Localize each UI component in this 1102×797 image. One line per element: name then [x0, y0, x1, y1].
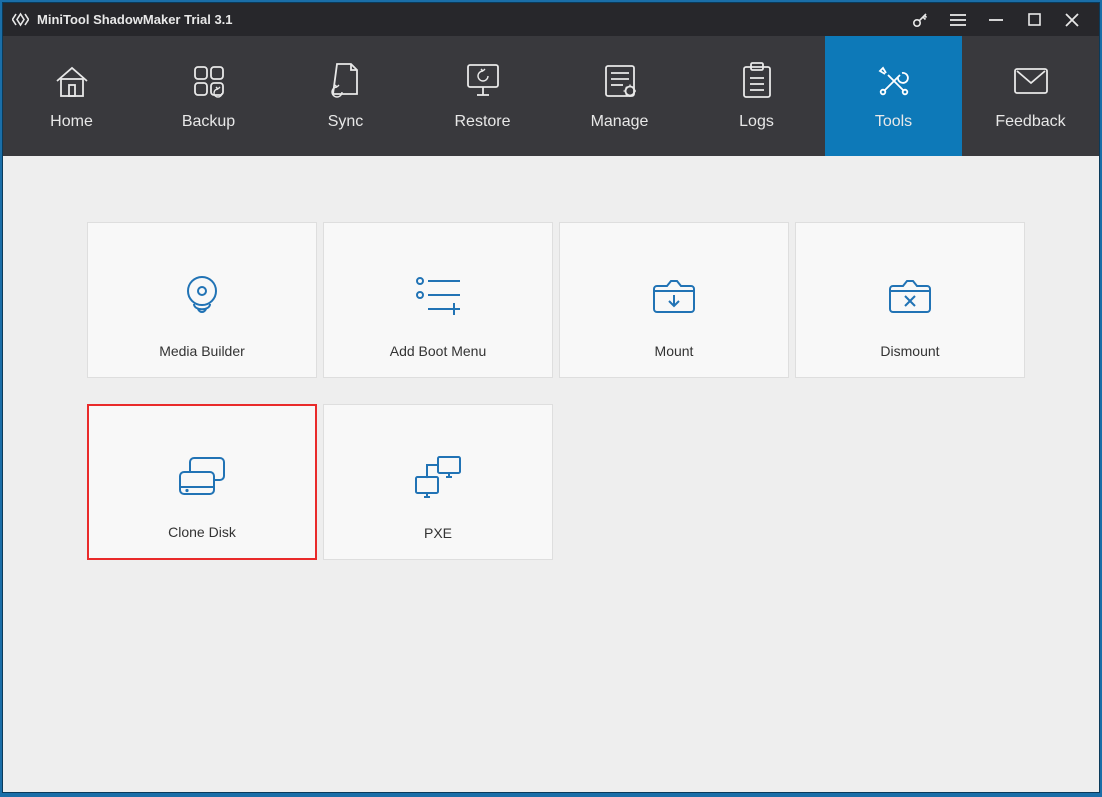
app-logo-icon: [11, 11, 29, 29]
tools-grid: Media Builder Add Boot Menu: [87, 222, 1015, 560]
restore-icon: [463, 61, 503, 101]
tool-label: Clone Disk: [168, 524, 236, 540]
tools-icon: [874, 61, 914, 101]
nav-logs[interactable]: Logs: [688, 36, 825, 156]
close-button[interactable]: [1053, 3, 1091, 36]
tool-pxe[interactable]: PXE: [323, 404, 553, 560]
maximize-button[interactable]: [1015, 3, 1053, 36]
nav-label: Logs: [739, 113, 774, 131]
dismount-icon: [880, 271, 940, 319]
tool-label: PXE: [424, 525, 452, 541]
app-title: MiniTool ShadowMaker Trial 3.1: [37, 12, 233, 27]
media-builder-icon: [172, 271, 232, 319]
nav-tools[interactable]: Tools: [825, 36, 962, 156]
tool-mount[interactable]: Mount: [559, 222, 789, 378]
main-nav: Home Backup Sync: [3, 36, 1099, 156]
logs-icon: [737, 61, 777, 101]
nav-home[interactable]: Home: [3, 36, 140, 156]
tools-content: Media Builder Add Boot Menu: [3, 156, 1099, 792]
nav-label: Sync: [328, 113, 364, 131]
tool-add-boot-menu[interactable]: Add Boot Menu: [323, 222, 553, 378]
nav-sync[interactable]: Sync: [277, 36, 414, 156]
nav-manage[interactable]: Manage: [551, 36, 688, 156]
clone-disk-icon: [172, 452, 232, 500]
nav-label: Feedback: [995, 113, 1065, 131]
minimize-button[interactable]: [977, 3, 1015, 36]
sync-icon: [326, 61, 366, 101]
nav-backup[interactable]: Backup: [140, 36, 277, 156]
tool-label: Mount: [655, 343, 694, 359]
nav-label: Tools: [875, 113, 912, 131]
nav-label: Restore: [454, 113, 510, 131]
manage-icon: [600, 61, 640, 101]
mount-icon: [644, 271, 704, 319]
app-window: MiniTool ShadowMaker Trial 3.1: [2, 2, 1100, 793]
nav-label: Home: [50, 113, 93, 131]
backup-icon: [189, 61, 229, 101]
home-icon: [52, 61, 92, 101]
tool-clone-disk[interactable]: Clone Disk: [87, 404, 317, 560]
titlebar: MiniTool ShadowMaker Trial 3.1: [3, 3, 1099, 36]
tool-label: Dismount: [880, 343, 939, 359]
nav-label: Manage: [591, 113, 649, 131]
nav-feedback[interactable]: Feedback: [962, 36, 1099, 156]
tool-label: Media Builder: [159, 343, 245, 359]
tool-label: Add Boot Menu: [390, 343, 487, 359]
menu-icon[interactable]: [939, 3, 977, 36]
nav-label: Backup: [182, 113, 235, 131]
key-icon[interactable]: [901, 3, 939, 36]
add-boot-menu-icon: [408, 271, 468, 319]
feedback-icon: [1011, 61, 1051, 101]
pxe-icon: [408, 453, 468, 501]
tool-dismount[interactable]: Dismount: [795, 222, 1025, 378]
tool-media-builder[interactable]: Media Builder: [87, 222, 317, 378]
nav-restore[interactable]: Restore: [414, 36, 551, 156]
